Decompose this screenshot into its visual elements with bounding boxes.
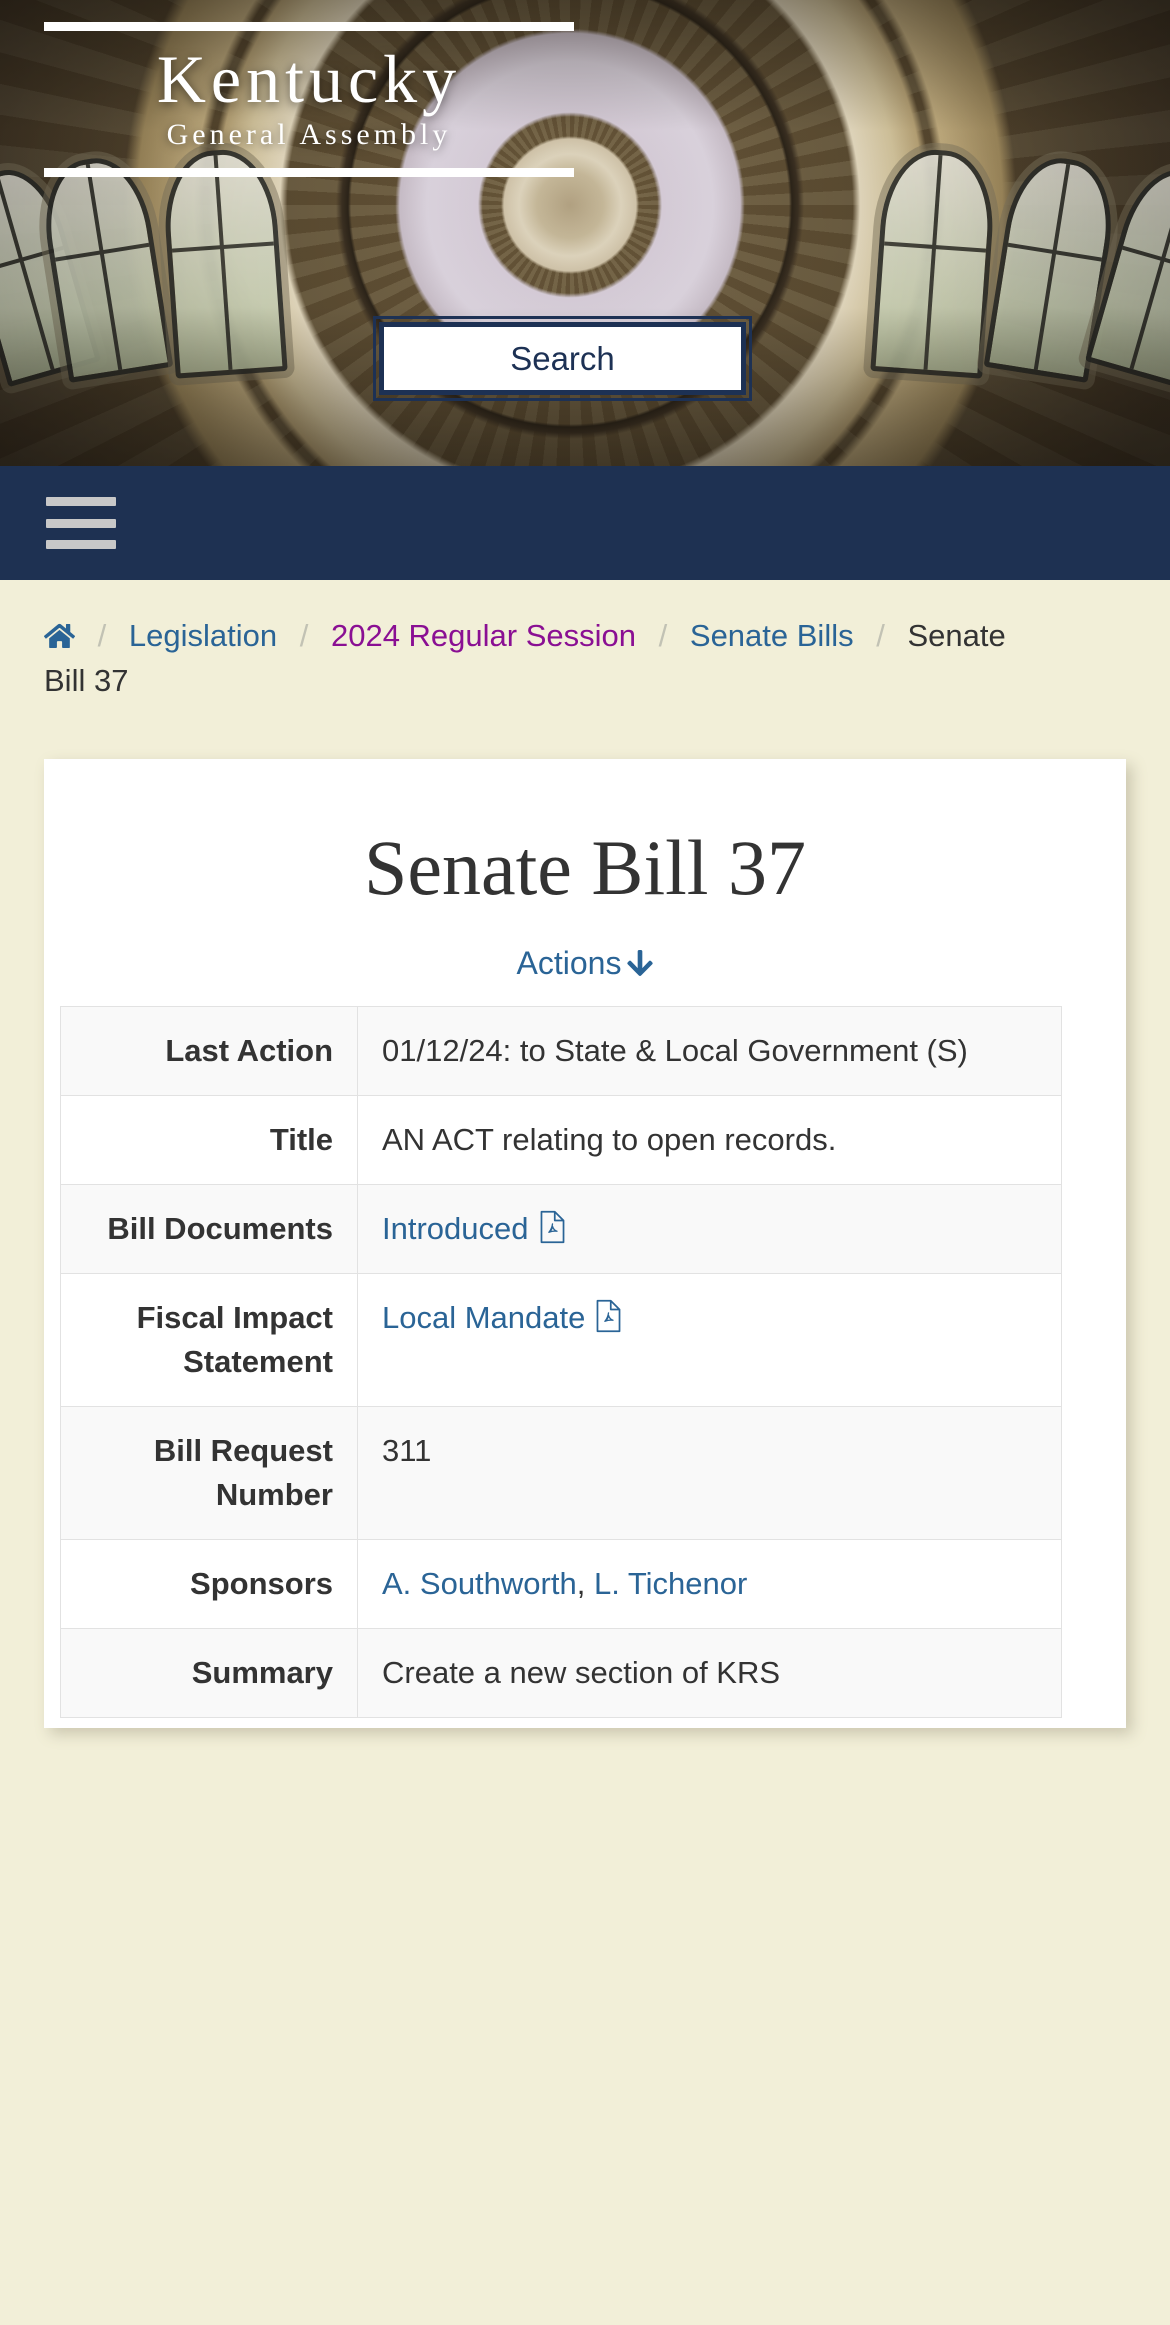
table-row: Bill Request Number 311 [60,1405,1062,1540]
search-container: Search [373,316,752,401]
row-header-sponsors: Sponsors [60,1538,358,1629]
table-row: Bill Documents Introduced [60,1183,1062,1274]
row-header-bill-documents: Bill Documents [60,1183,358,1274]
search-button[interactable]: Search [373,316,752,401]
row-value-title: AN ACT relating to open records. [357,1094,1062,1185]
brand-name: Kentucky [156,41,462,117]
brand-rule-bottom [44,168,574,178]
breadcrumb-item-senate-bills[interactable]: Senate Bills [690,618,854,653]
breadcrumb-separator-3: / [658,618,668,653]
brand-subtitle: General Assembly [166,118,452,152]
hamburger-menu-icon[interactable] [46,497,116,549]
actions-link-label: Actions [516,944,622,981]
breadcrumb-home-link[interactable] [43,618,84,653]
site-header-hero: Kentucky General Assembly Search [0,0,1170,466]
pdf-file-icon [595,1299,622,1333]
table-row: Sponsors A. Southworth, L. Tichenor [60,1538,1062,1629]
home-icon [43,618,76,649]
hamburger-bar-3 [46,540,116,549]
bill-details-table: Last Action 01/12/24: to State & Local G… [60,1005,1062,1718]
breadcrumb-separator-4: / [876,618,885,653]
local-mandate-label: Local Mandate [382,1299,586,1335]
arrow-down-icon [627,948,654,978]
bill-detail-card: Senate Bill 37 Actions Last Action 01/12… [44,758,1126,1728]
brand-rule-top [44,22,574,31]
row-value-summary: Create a new section of KRS [357,1627,1062,1718]
sponsor-separator: , [576,1565,594,1601]
row-header-bill-request-number: Bill Request Number [60,1405,358,1540]
hamburger-bar-2 [46,518,116,528]
local-mandate-link[interactable]: Local Mandate [382,1299,622,1335]
breadcrumb-item-2024-regular-session[interactable]: 2024 Regular Session [331,618,636,653]
pdf-file-icon [539,1210,566,1244]
table-row: Summary Create a new section of KRS [60,1627,1062,1718]
page-title: Senate Bill 37 [364,823,806,911]
bill-document-introduced-link[interactable]: Introduced [382,1210,566,1246]
table-row: Fiscal Impact Statement Local Mandate [60,1272,1062,1407]
bill-document-introduced-label: Introduced [382,1210,529,1246]
actions-anchor-row: Actions [44,911,1126,1006]
row-header-last-action: Last Action [60,1005,358,1096]
table-row: Title AN ACT relating to open records. [60,1094,1062,1185]
breadcrumb-separator-2: / [299,618,309,653]
row-value-fiscal-impact-statement: Local Mandate [357,1272,1062,1407]
breadcrumb-item-legislation[interactable]: Legislation [129,618,277,653]
site-branding[interactable]: Kentucky General Assembly [44,22,574,178]
actions-jump-link[interactable]: Actions [517,945,654,981]
sponsor-link-l-tichenor[interactable]: L. Tichenor [594,1566,747,1601]
breadcrumb: / Legislation / 2024 Regular Session / S… [0,580,1080,704]
hamburger-bar-1 [46,497,116,506]
table-row: Last Action 01/12/24: to State & Local G… [60,1005,1062,1096]
row-value-sponsors: A. Southworth, L. Tichenor [357,1538,1062,1629]
row-value-last-action: 01/12/24: to State & Local Government (S… [357,1005,1062,1096]
sponsor-link-a-southworth[interactable]: A. Southworth [382,1566,577,1601]
main-navigation-bar [0,466,1170,580]
breadcrumb-separator-1: / [97,618,107,653]
row-header-title: Title [60,1094,358,1185]
row-value-bill-request-number: 311 [357,1405,1062,1540]
row-header-summary: Summary [60,1627,358,1718]
row-header-fiscal-impact-statement: Fiscal Impact Statement [60,1272,358,1407]
row-value-bill-documents: Introduced [357,1183,1062,1274]
bill-details-table-body: Last Action 01/12/24: to State & Local G… [60,1005,1062,1718]
